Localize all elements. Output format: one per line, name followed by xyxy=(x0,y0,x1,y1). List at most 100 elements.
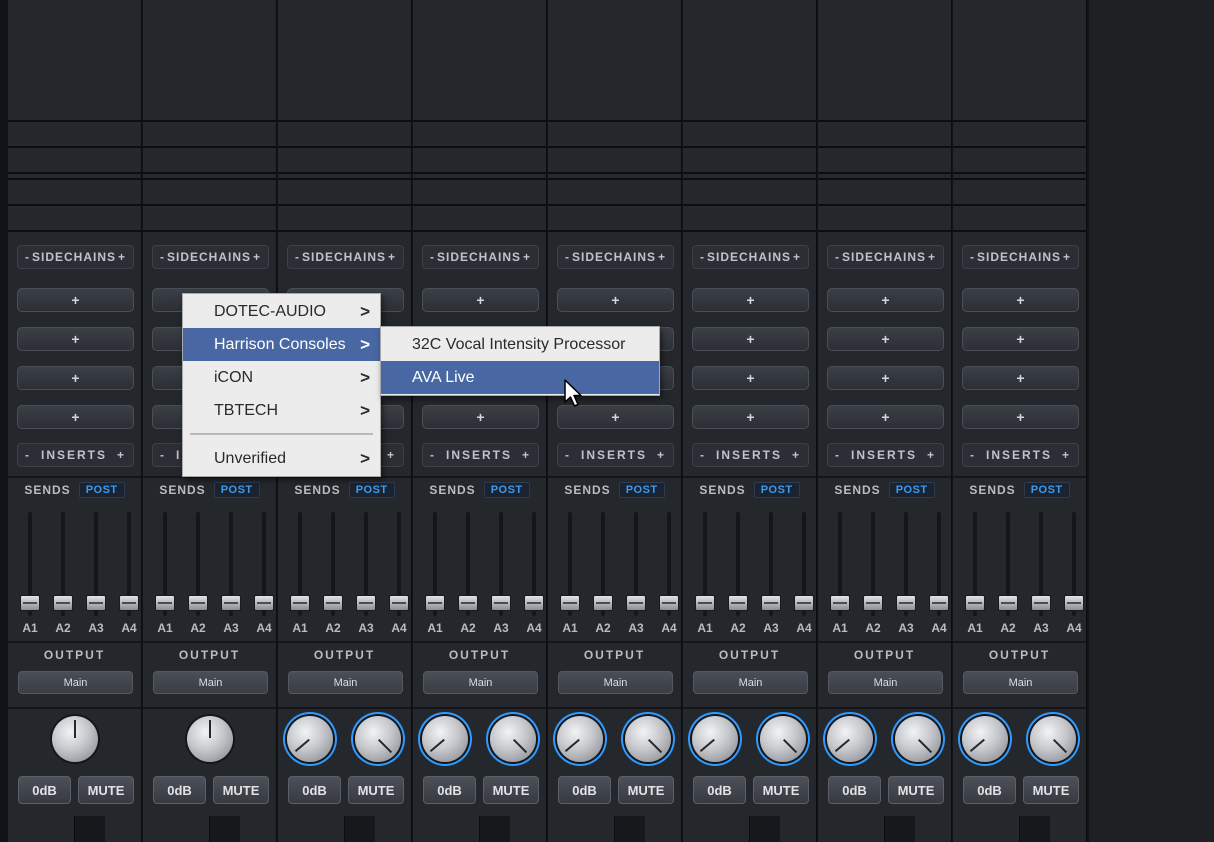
gain-button[interactable]: 0dB xyxy=(558,776,611,804)
insert-slot-button[interactable]: + xyxy=(692,288,809,312)
mute-button[interactable]: MUTE xyxy=(618,776,674,804)
sidechains-bar[interactable]: - SIDECHAINS + xyxy=(152,245,269,269)
inserts-bar[interactable]: -INSERTS + xyxy=(557,443,674,467)
add-insert-button[interactable]: + xyxy=(927,448,936,462)
remove-sidechain-button[interactable]: - xyxy=(565,250,570,264)
send-fader-handle[interactable] xyxy=(998,595,1018,611)
add-sidechain-button[interactable]: + xyxy=(928,250,936,264)
send-fader-handle[interactable] xyxy=(425,595,445,611)
remove-insert-button[interactable]: - xyxy=(25,448,31,462)
inserts-bar[interactable]: -INSERTS + xyxy=(827,443,944,467)
send-fader-handle[interactable] xyxy=(1064,595,1084,611)
insert-slot-button[interactable]: + xyxy=(422,405,539,429)
add-sidechain-button[interactable]: + xyxy=(253,250,261,264)
inserts-bar[interactable]: -INSERTS + xyxy=(962,443,1079,467)
remove-sidechain-button[interactable]: - xyxy=(430,250,435,264)
remove-insert-button[interactable]: - xyxy=(970,448,976,462)
mute-button[interactable]: MUTE xyxy=(483,776,539,804)
remove-sidechain-button[interactable]: - xyxy=(295,250,300,264)
add-sidechain-button[interactable]: + xyxy=(118,250,126,264)
send-fader-handle[interactable] xyxy=(794,595,814,611)
remove-insert-button[interactable]: - xyxy=(430,448,436,462)
add-sidechain-button[interactable]: + xyxy=(523,250,531,264)
mute-button[interactable]: MUTE xyxy=(213,776,269,804)
send-fader-handle[interactable] xyxy=(188,595,208,611)
pan-knob[interactable] xyxy=(557,716,603,762)
sidechains-bar[interactable]: - SIDECHAINS + xyxy=(692,245,809,269)
insert-slot-button[interactable]: + xyxy=(827,366,944,390)
insert-slot-button[interactable]: + xyxy=(692,405,809,429)
send-fader-handle[interactable] xyxy=(896,595,916,611)
remove-sidechain-button[interactable]: - xyxy=(970,250,975,264)
post-toggle[interactable]: POST xyxy=(618,482,665,498)
insert-slot-button[interactable]: + xyxy=(962,366,1079,390)
gain-button[interactable]: 0dB xyxy=(693,776,746,804)
menu-item-icon[interactable]: iCON > xyxy=(183,361,380,394)
output-select[interactable]: Main xyxy=(558,671,673,694)
pan-knob[interactable] xyxy=(187,716,233,762)
menu-item-tbtech[interactable]: TBTECH > xyxy=(183,394,380,427)
add-insert-button[interactable]: + xyxy=(387,448,396,462)
insert-slot-button[interactable]: + xyxy=(17,327,134,351)
gain-button[interactable]: 0dB xyxy=(153,776,206,804)
insert-slot-button[interactable]: + xyxy=(17,288,134,312)
menu-item-dotec-audio[interactable]: DOTEC-AUDIO > xyxy=(183,295,380,328)
send-fader-handle[interactable] xyxy=(53,595,73,611)
output-select[interactable]: Main xyxy=(288,671,403,694)
remove-insert-button[interactable]: - xyxy=(565,448,571,462)
insert-slot-button[interactable]: + xyxy=(692,366,809,390)
gain-button[interactable]: 0dB xyxy=(828,776,881,804)
post-toggle[interactable]: POST xyxy=(888,482,935,498)
insert-slot-button[interactable]: + xyxy=(962,327,1079,351)
sidechains-bar[interactable]: - SIDECHAINS + xyxy=(17,245,134,269)
pan-knob[interactable] xyxy=(52,716,98,762)
send-fader-handle[interactable] xyxy=(593,595,613,611)
gain-button[interactable]: 0dB xyxy=(288,776,341,804)
add-sidechain-button[interactable]: + xyxy=(793,250,801,264)
mute-button[interactable]: MUTE xyxy=(78,776,134,804)
send-fader-handle[interactable] xyxy=(929,595,949,611)
send-fader-handle[interactable] xyxy=(830,595,850,611)
output-select[interactable]: Main xyxy=(18,671,133,694)
post-toggle[interactable]: POST xyxy=(213,482,260,498)
send-fader-handle[interactable] xyxy=(254,595,274,611)
sidechains-bar[interactable]: - SIDECHAINS + xyxy=(287,245,404,269)
insert-slot-button[interactable]: + xyxy=(962,405,1079,429)
post-toggle[interactable]: POST xyxy=(348,482,395,498)
output-select[interactable]: Main xyxy=(828,671,943,694)
sidechains-bar[interactable]: - SIDECHAINS + xyxy=(962,245,1079,269)
remove-sidechain-button[interactable]: - xyxy=(25,250,30,264)
remove-insert-button[interactable]: - xyxy=(835,448,841,462)
gain-button[interactable]: 0dB xyxy=(18,776,71,804)
add-sidechain-button[interactable]: + xyxy=(388,250,396,264)
width-knob[interactable] xyxy=(490,716,536,762)
post-toggle[interactable]: POST xyxy=(753,482,800,498)
inserts-bar[interactable]: -INSERTS + xyxy=(692,443,809,467)
remove-sidechain-button[interactable]: - xyxy=(835,250,840,264)
submenu-item-32c-vocal[interactable]: 32C Vocal Intensity Processor xyxy=(381,328,659,361)
menu-item-unverified[interactable]: Unverified > xyxy=(183,442,380,475)
sidechains-bar[interactable]: - SIDECHAINS + xyxy=(557,245,674,269)
send-fader-handle[interactable] xyxy=(728,595,748,611)
send-fader-handle[interactable] xyxy=(524,595,544,611)
send-fader-handle[interactable] xyxy=(626,595,646,611)
insert-slot-button[interactable]: + xyxy=(962,288,1079,312)
insert-slot-button[interactable]: + xyxy=(827,288,944,312)
send-fader-handle[interactable] xyxy=(659,595,679,611)
add-sidechain-button[interactable]: + xyxy=(658,250,666,264)
send-fader-handle[interactable] xyxy=(560,595,580,611)
width-knob[interactable] xyxy=(895,716,941,762)
output-select[interactable]: Main xyxy=(153,671,268,694)
inserts-bar[interactable]: -INSERTS + xyxy=(422,443,539,467)
insert-slot-button[interactable]: + xyxy=(557,288,674,312)
remove-insert-button[interactable]: - xyxy=(160,448,166,462)
add-insert-button[interactable]: + xyxy=(1062,448,1071,462)
send-fader-handle[interactable] xyxy=(1031,595,1051,611)
send-fader-handle[interactable] xyxy=(323,595,343,611)
insert-slot-button[interactable]: + xyxy=(827,405,944,429)
insert-slot-button[interactable]: + xyxy=(557,405,674,429)
output-select[interactable]: Main xyxy=(693,671,808,694)
add-insert-button[interactable]: + xyxy=(792,448,801,462)
output-select[interactable]: Main xyxy=(423,671,538,694)
post-toggle[interactable]: POST xyxy=(483,482,530,498)
